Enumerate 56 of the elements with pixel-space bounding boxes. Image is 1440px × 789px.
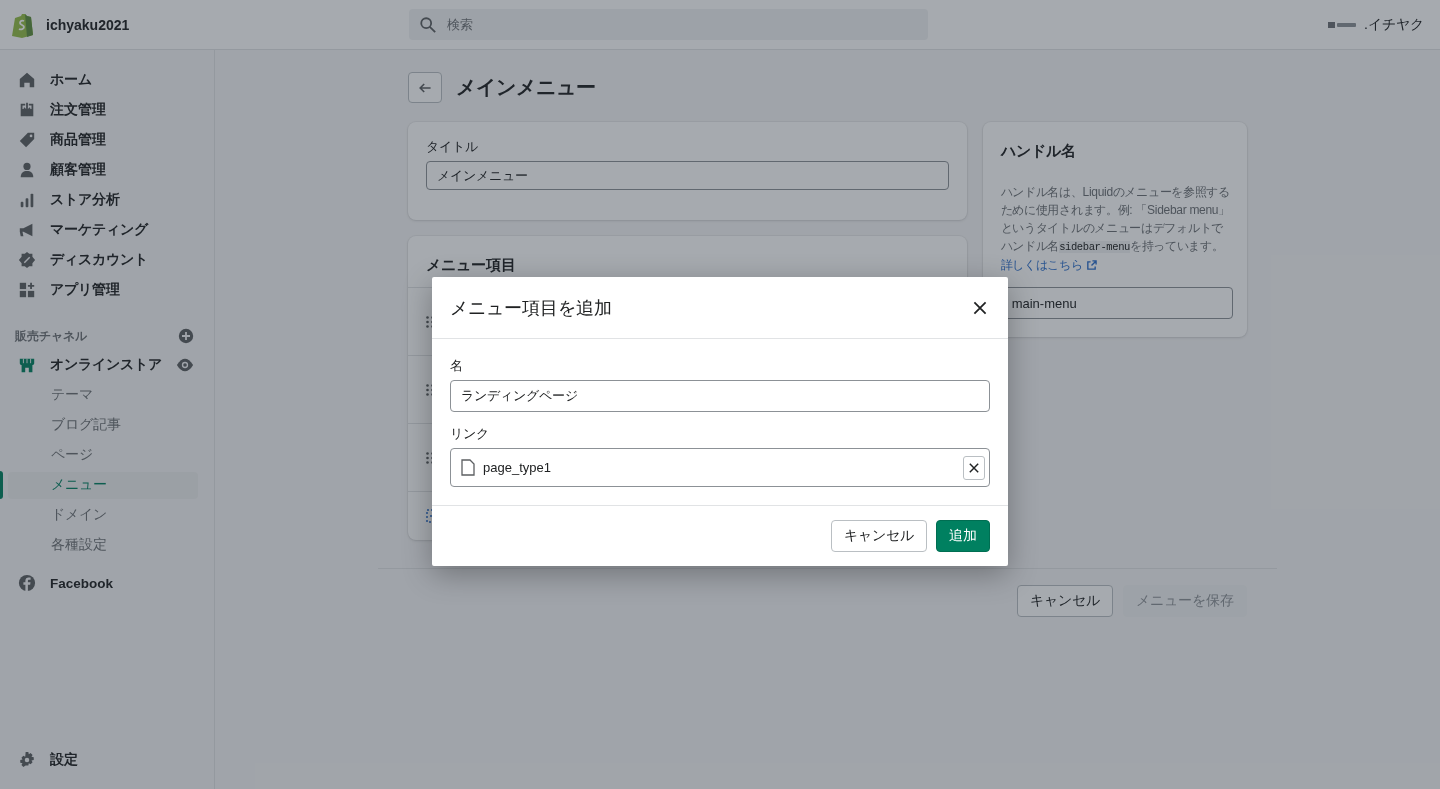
nav-item[interactable]: ホーム — [0, 65, 214, 95]
dialog-title: メニュー項目を追加 — [450, 296, 612, 320]
nav-subitem[interactable]: ドメイン — [8, 501, 198, 529]
search-field[interactable]: 検索 — [409, 9, 928, 40]
storefront-icon — [18, 356, 36, 374]
learn-more-link[interactable]: 詳しくはこちら — [1000, 256, 1097, 274]
nav-item[interactable]: 設定 — [0, 745, 214, 775]
close-icon — [968, 461, 980, 474]
card-heading: ハンドル名 — [1000, 142, 1077, 161]
store-logo-icon — [1328, 20, 1357, 29]
close-icon — [972, 299, 988, 316]
nav-item[interactable]: 商品管理 — [0, 125, 214, 155]
clear-button[interactable] — [963, 455, 985, 480]
facebook-icon — [18, 574, 36, 592]
field-label: タイトル — [426, 138, 479, 156]
cancel-button[interactable]: キャンセル — [1017, 585, 1113, 617]
external-link-icon — [1085, 259, 1097, 271]
nav-item[interactable]: ストア分析 — [0, 185, 214, 215]
section-heading: 販売チャネル — [15, 328, 87, 344]
bar-chart-icon — [18, 191, 36, 209]
nav-item[interactable]: 注文管理 — [0, 95, 214, 125]
nav-item[interactable]: オンラインストア — [0, 350, 162, 380]
nav-item[interactable]: アプリ管理 — [0, 275, 214, 305]
name-input[interactable]: ランディングページ — [450, 380, 990, 412]
link-field[interactable]: page_type1 — [450, 448, 990, 487]
apps-icon — [18, 281, 36, 299]
shopping-bag-icon[interactable] — [12, 11, 34, 38]
add-icon[interactable] — [178, 328, 194, 344]
search-icon — [419, 15, 437, 34]
field-label: 名 — [450, 357, 464, 375]
nav-subitem[interactable]: 各種設定 — [8, 531, 198, 559]
account-name[interactable]: .イチヤク — [1364, 15, 1424, 34]
badge-icon — [18, 251, 36, 269]
title-input[interactable]: メインメニュー — [426, 161, 949, 190]
handle-description: ハンドル名は、Liquidのメニューを参照するために使用されます。例: 「Sidebar menu」というタイトルのメニューはデフォルトでハンドル名 sidebar-menuを持っています。 詳しくはこちら — [1000, 184, 1231, 274]
nav-item[interactable]: ディスカウント — [0, 245, 214, 275]
page-title: メインメニュー — [456, 75, 596, 100]
cancel-button[interactable]: キャンセル — [831, 520, 927, 552]
card-heading: メニュー項目 — [425, 256, 517, 275]
add-button[interactable]: 追加 — [936, 520, 990, 552]
nav-subitem[interactable]: ブログ記事 — [8, 411, 198, 439]
eye-icon[interactable] — [176, 356, 194, 374]
search-field[interactable]: 検索 — [445, 16, 918, 33]
document-icon — [461, 459, 475, 476]
person-icon — [18, 161, 36, 179]
nav-item[interactable]: 顧客管理 — [0, 155, 214, 185]
store-name[interactable]: ichyaku2021 — [46, 16, 130, 33]
nav-subitem[interactable]: ページ — [8, 441, 198, 469]
nav-item[interactable]: マーケティング — [0, 215, 214, 245]
settings-icon — [18, 751, 36, 769]
nav-item[interactable]: Facebook — [0, 568, 214, 598]
home-icon — [18, 71, 36, 89]
back-button[interactable] — [408, 72, 442, 103]
nav-subitem[interactable]: テーマ — [8, 381, 198, 409]
tag-icon — [18, 131, 36, 149]
field-label: リンク — [450, 425, 490, 443]
